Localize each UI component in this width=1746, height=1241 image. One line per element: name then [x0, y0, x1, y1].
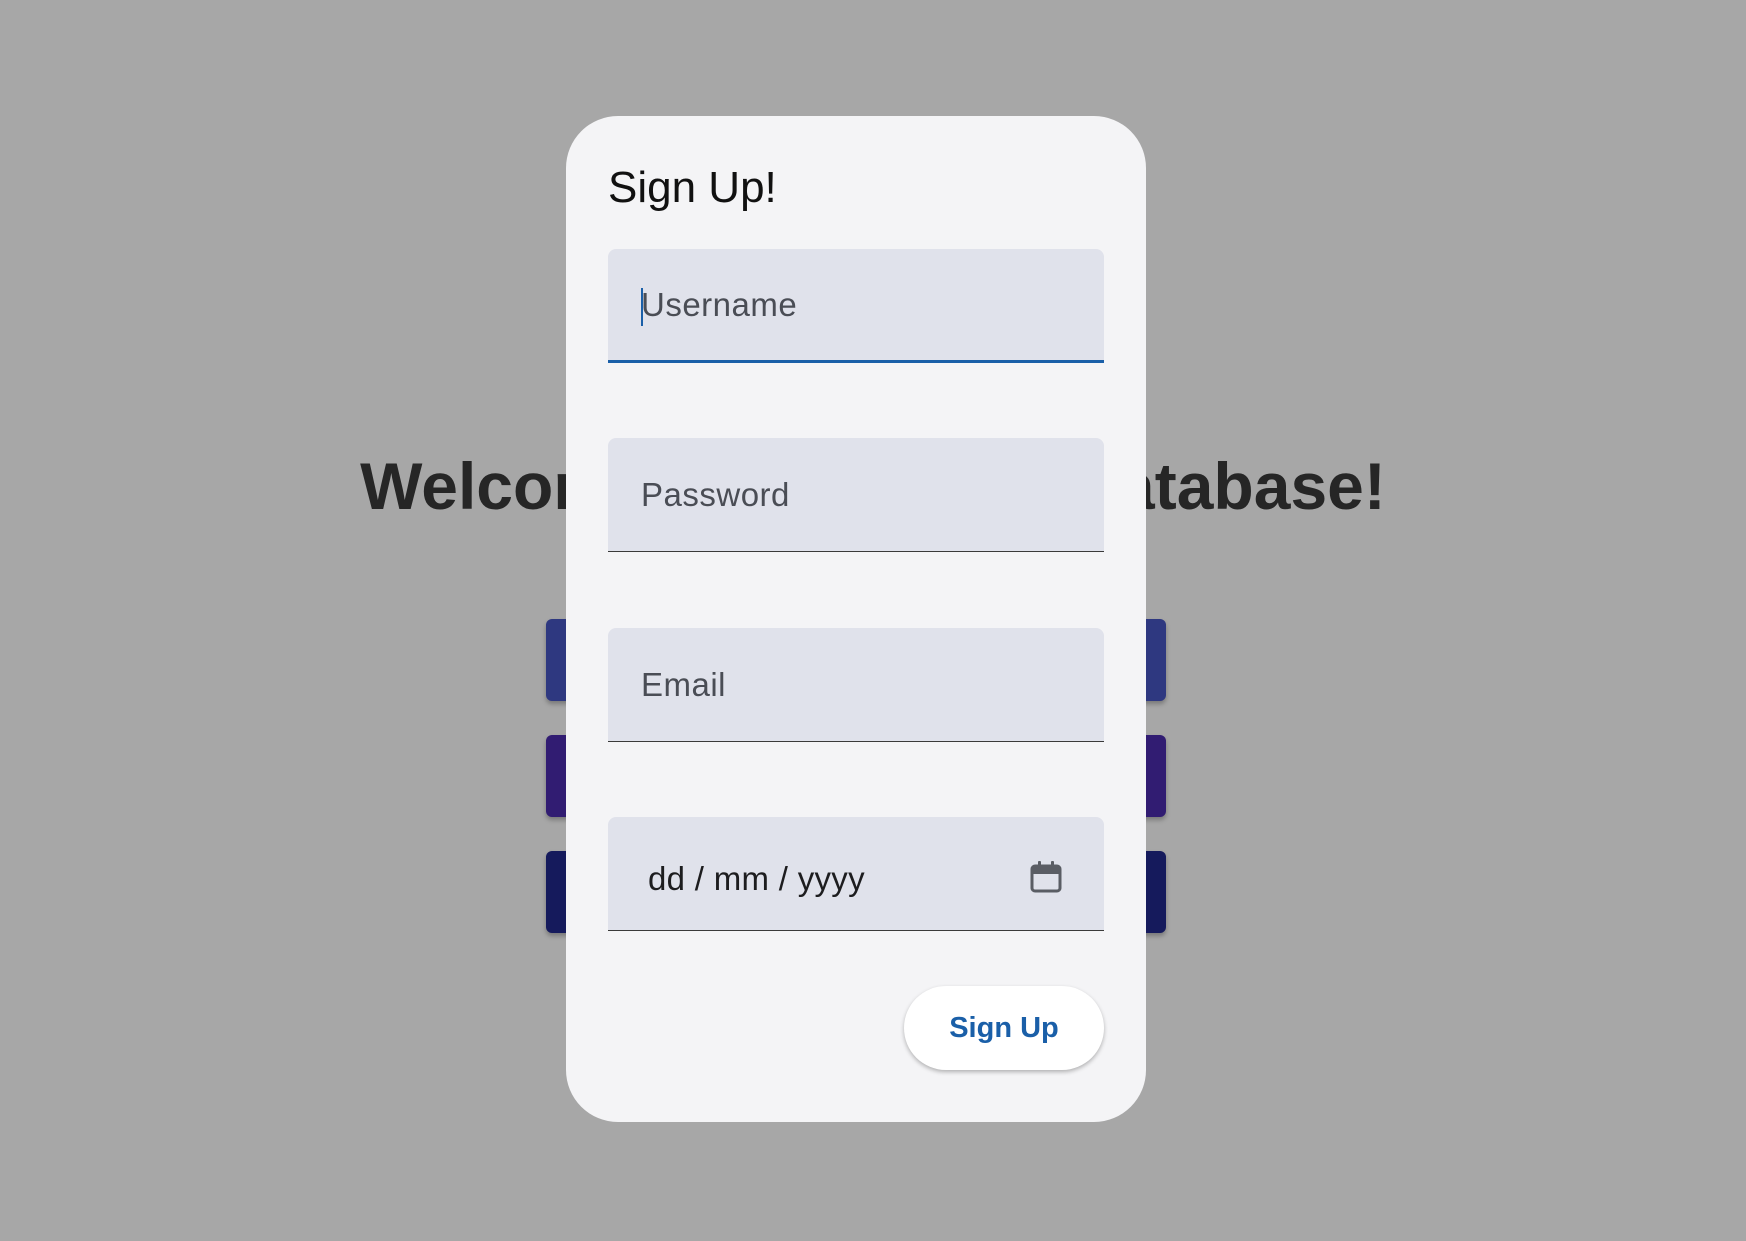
dialog-title: Sign Up!	[608, 163, 777, 212]
password-field[interactable]	[608, 438, 1104, 552]
page: Welcome to the Movie Database! Sign Up! …	[0, 0, 1746, 1241]
sign-up-button[interactable]: Sign Up	[904, 986, 1104, 1070]
date-input[interactable]: dd / mm / yyyy	[648, 817, 865, 931]
calendar-icon[interactable]	[1028, 859, 1064, 895]
password-input[interactable]	[608, 438, 1104, 551]
username-field[interactable]	[608, 249, 1104, 363]
date-of-birth-field[interactable]: dd / mm / yyyy	[608, 817, 1104, 931]
text-cursor	[641, 288, 643, 326]
signup-dialog: Sign Up! dd / mm / yyyy Sign Up	[566, 116, 1146, 1122]
email-field[interactable]	[608, 628, 1104, 742]
email-input[interactable]	[608, 628, 1104, 741]
username-input[interactable]	[608, 249, 1104, 360]
